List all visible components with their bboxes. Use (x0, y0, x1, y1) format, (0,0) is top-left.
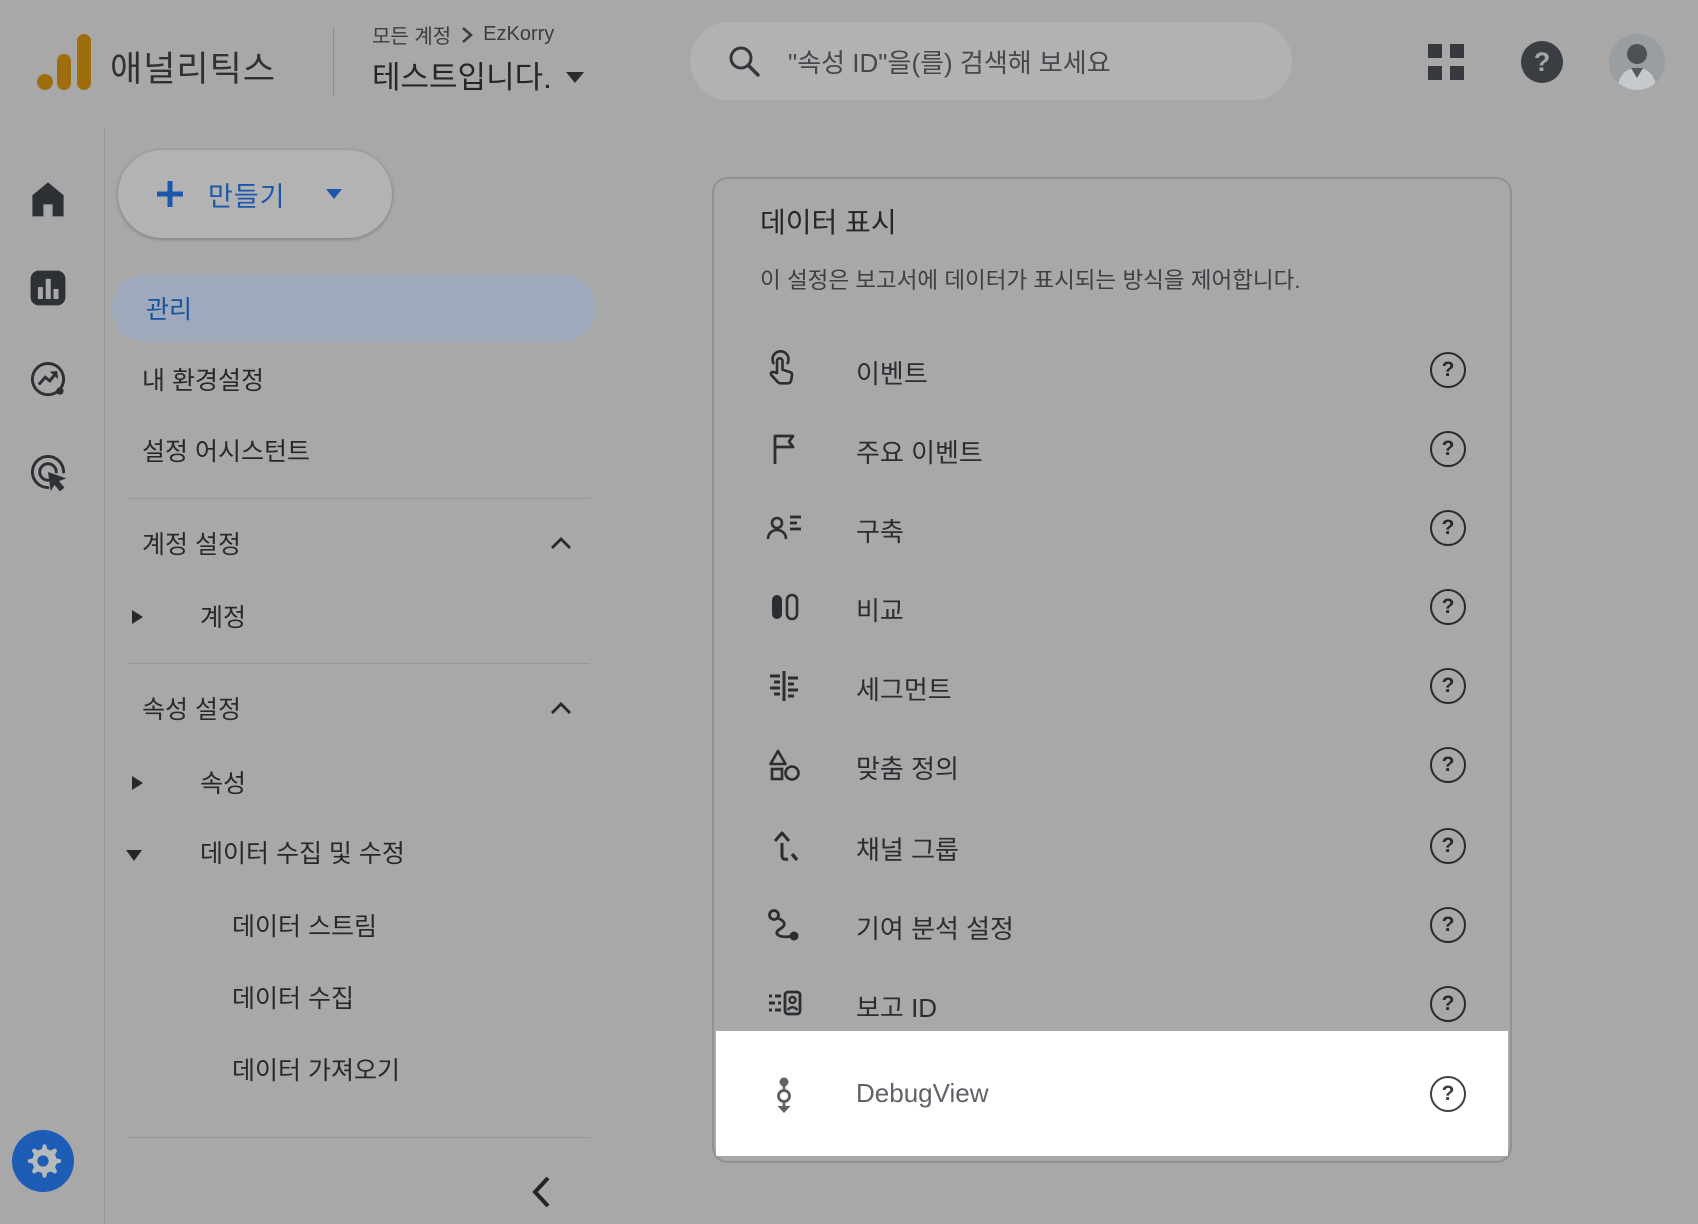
row-custom-definitions[interactable]: 맞춤 정의 ? (714, 733, 1510, 797)
data-display-card: 데이터 표시 이 설정은 보고서에 데이터가 표시되는 방식을 제어합니다. 이… (712, 177, 1512, 1163)
sidebar-divider (128, 1137, 590, 1138)
help-circle-icon[interactable]: ? (1430, 431, 1466, 467)
sidebar: 만들기 관리 내 환경설정 설정 어시스턴트 계정 설정 계정 속성 설정 속성… (104, 126, 644, 1224)
row-audiences[interactable]: 구축 ? (714, 496, 1510, 560)
breadcrumb[interactable]: 모든 계정 EzKorry (372, 20, 554, 49)
plus-icon (154, 178, 186, 210)
left-rail (0, 126, 105, 1224)
gear-icon (25, 1143, 61, 1179)
sidebar-item-setup-assistant[interactable]: 설정 어시스턴트 (142, 435, 310, 469)
tree-item-property[interactable]: 속성 (200, 767, 246, 801)
help-circle-icon[interactable]: ? (1430, 668, 1466, 704)
header-divider (333, 28, 334, 96)
reports-icon[interactable] (26, 266, 70, 310)
tree-item-data-collection[interactable]: 데이터 수집 및 수정 (200, 837, 405, 871)
row-label: 보고 ID (856, 988, 937, 1025)
search-icon (726, 43, 762, 79)
sidebar-divider (128, 663, 590, 664)
row-label: 주요 이벤트 (856, 433, 983, 470)
collapse-sidebar-button[interactable] (528, 1174, 558, 1210)
row-debugview[interactable]: DebugView ? (714, 1062, 1510, 1126)
debugview-icon (764, 1074, 804, 1114)
create-button[interactable]: 만들기 (118, 150, 392, 238)
section-property-settings[interactable]: 속성 설정 (142, 693, 241, 727)
touch-icon (764, 350, 804, 390)
custom-definitions-icon (764, 745, 804, 785)
chevron-left-icon (528, 1174, 554, 1210)
sidebar-item-admin-label: 관리 (146, 290, 192, 326)
expand-down-icon[interactable] (126, 850, 142, 861)
avatar[interactable] (1609, 34, 1665, 90)
property-name: 테스트입니다. (372, 52, 552, 97)
flag-icon (764, 429, 804, 469)
row-events[interactable]: 이벤트 ? (714, 338, 1510, 402)
row-label: 이벤트 (856, 354, 928, 391)
help-circle-icon[interactable]: ? (1430, 510, 1466, 546)
row-label: 세그먼트 (856, 670, 952, 707)
sidebar-item-admin[interactable]: 관리 (112, 274, 596, 342)
row-label: 기여 분석 설정 (856, 909, 1014, 946)
row-key-events[interactable]: 주요 이벤트 ? (714, 417, 1510, 481)
property-caret-icon (566, 72, 584, 83)
property-selector[interactable]: 테스트입니다. (372, 52, 584, 97)
breadcrumb-account[interactable]: EzKorry (483, 23, 554, 46)
ga-admin-page: 애널리틱스 모든 계정 EzKorry 테스트입니다. "속성 ID"을(를) … (0, 0, 1698, 1224)
create-button-label: 만들기 (208, 175, 286, 214)
tree-item-data-streams[interactable]: 데이터 스트림 (232, 910, 377, 944)
row-channel-groups[interactable]: 채널 그룹 ? (714, 814, 1510, 878)
reporting-id-icon (764, 984, 804, 1024)
help-circle-icon[interactable]: ? (1430, 907, 1466, 943)
expand-right-icon[interactable] (132, 776, 143, 790)
help-circle-icon[interactable]: ? (1430, 589, 1466, 625)
compare-icon (764, 587, 804, 627)
apps-grid-icon[interactable] (1428, 44, 1464, 80)
row-label: 비교 (856, 591, 904, 628)
attribution-icon (764, 905, 804, 945)
search-placeholder: "속성 ID"을(를) 검색해 보세요 (788, 43, 1111, 80)
top-bar: 애널리틱스 모든 계정 EzKorry 테스트입니다. "속성 ID"을(를) … (0, 0, 1698, 126)
home-icon[interactable] (26, 176, 70, 220)
row-reporting-identity[interactable]: 보고 ID ? (714, 972, 1510, 1036)
row-label: 채널 그룹 (856, 830, 959, 867)
help-circle-icon[interactable]: ? (1430, 986, 1466, 1022)
channel-group-icon (764, 826, 804, 866)
chevron-up-icon[interactable] (550, 536, 572, 550)
tree-item-data-import[interactable]: 데이터 가져오기 (232, 1054, 400, 1088)
expand-right-icon[interactable] (132, 610, 143, 624)
help-circle-icon[interactable]: ? (1430, 747, 1466, 783)
chevron-up-icon[interactable] (550, 701, 572, 715)
help-button[interactable]: ? (1521, 41, 1563, 83)
explore-icon[interactable] (26, 358, 70, 402)
row-segments[interactable]: 세그먼트 ? (714, 654, 1510, 718)
card-title: 데이터 표시 (760, 201, 897, 241)
search-bar[interactable]: "속성 ID"을(를) 검색해 보세요 (690, 22, 1292, 100)
section-account-settings[interactable]: 계정 설정 (142, 528, 241, 562)
row-label: DebugView (856, 1078, 989, 1109)
row-attribution-settings[interactable]: 기여 분석 설정 ? (714, 893, 1510, 957)
tree-item-account[interactable]: 계정 (200, 601, 246, 635)
segment-icon (764, 666, 804, 706)
breadcrumb-chevron-icon (460, 25, 474, 45)
row-label: 구축 (856, 512, 904, 549)
app-title: 애널리틱스 (110, 41, 276, 92)
help-circle-icon[interactable]: ? (1430, 1076, 1466, 1112)
analytics-logo-icon[interactable] (36, 32, 92, 92)
row-comparisons[interactable]: 비교 ? (714, 575, 1510, 639)
sidebar-divider (128, 498, 590, 499)
create-dropdown-caret-icon (326, 189, 342, 199)
sidebar-item-preferences[interactable]: 내 환경설정 (142, 364, 264, 398)
card-description: 이 설정은 보고서에 데이터가 표시되는 방식을 제어합니다. (760, 263, 1301, 295)
help-circle-icon[interactable]: ? (1430, 352, 1466, 388)
breadcrumb-all-accounts[interactable]: 모든 계정 (372, 20, 451, 49)
row-label: 맞춤 정의 (856, 749, 959, 786)
help-circle-icon[interactable]: ? (1430, 828, 1466, 864)
advertising-icon[interactable] (26, 450, 70, 494)
admin-gear-button[interactable] (12, 1130, 74, 1192)
tree-item-data-collection-child[interactable]: 데이터 수집 (232, 982, 354, 1016)
audience-icon (764, 508, 804, 548)
